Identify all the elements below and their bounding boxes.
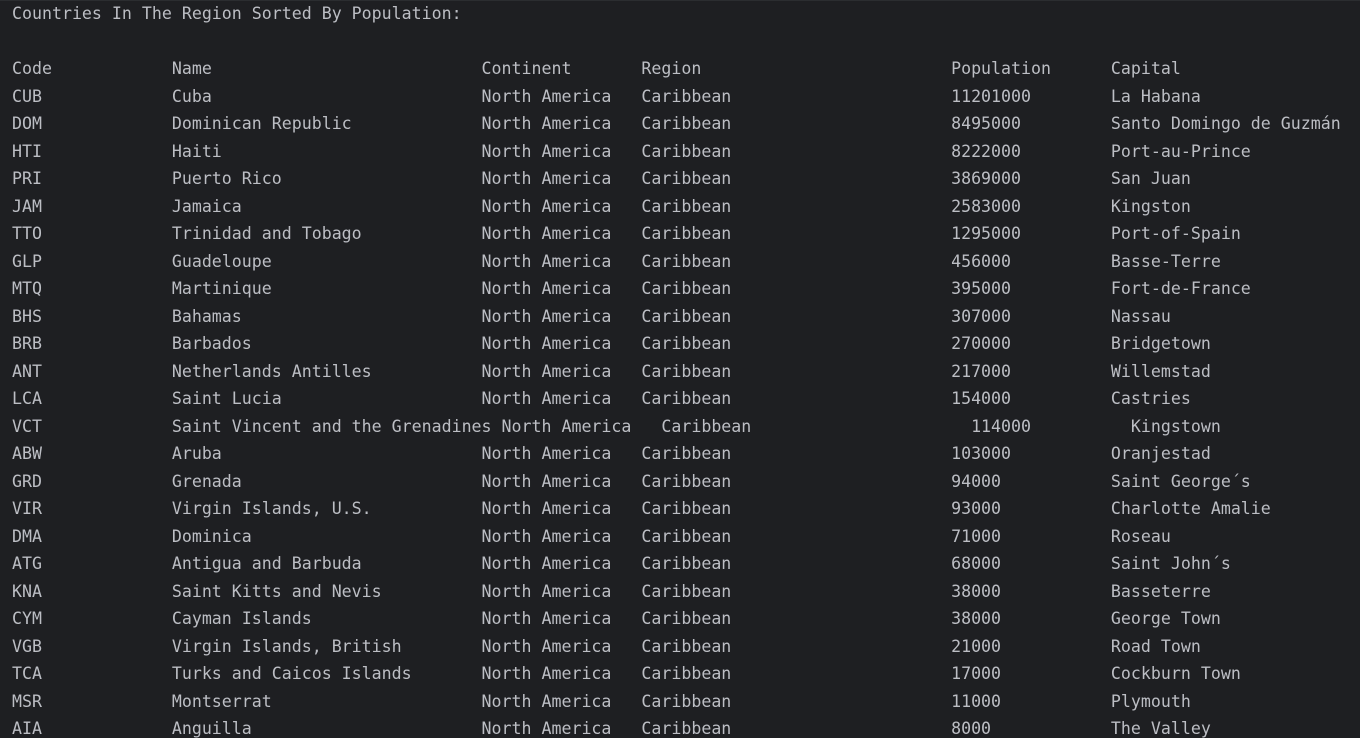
table-row: ATG Antigua and Barbuda North America Ca…: [12, 554, 1231, 573]
table-row: LCA Saint Lucia North America Caribbean …: [12, 389, 1191, 408]
table-row: VIR Virgin Islands, U.S. North America C…: [12, 499, 1271, 518]
table-row: CYM Cayman Islands North America Caribbe…: [12, 609, 1221, 628]
table-row: GRD Grenada North America Caribbean 9400…: [12, 471, 1251, 491]
table-row: DOM Dominican Republic North America Car…: [12, 114, 1341, 133]
table-row: BRB Barbados North America Caribbean 270…: [12, 334, 1211, 353]
table-row: KNA Saint Kitts and Nevis North America …: [12, 581, 1211, 601]
output-title: Countries In The Region Sorted By Popula…: [12, 4, 462, 23]
table-row: MTQ Martinique North America Caribbean 3…: [12, 279, 1251, 298]
table-row: ABW Aruba North America Caribbean 103000…: [12, 444, 1211, 463]
table-row: ANT Netherlands Antilles North America C…: [12, 361, 1211, 381]
table-row: DMA Dominica North America Caribbean 710…: [12, 526, 1171, 546]
table-row: TTO Trinidad and Tobago North America Ca…: [12, 224, 1241, 243]
table-row: PRI Puerto Rico North America Caribbean …: [12, 169, 1191, 188]
table-row: AIA Anguilla North America Caribbean 800…: [12, 719, 1211, 738]
table-row: MSR Montserrat North America Caribbean 1…: [12, 691, 1191, 711]
console-output-panel[interactable]: Countries In The Region Sorted By Popula…: [0, 0, 1360, 738]
table-row: CUB Cuba North America Caribbean 1120100…: [12, 86, 1201, 106]
table-row: HTI Haiti North America Caribbean 822200…: [12, 141, 1251, 161]
table-row: JAM Jamaica North America Caribbean 2583…: [12, 196, 1191, 216]
table-row: GLP Guadeloupe North America Caribbean 4…: [12, 251, 1221, 271]
table-row: TCA Turks and Caicos Islands North Ameri…: [12, 664, 1241, 683]
table-row: VGB Virgin Islands, British North Americ…: [12, 636, 1201, 656]
table-row: VCT Saint Vincent and the Grenadines Nor…: [12, 416, 1221, 436]
table-header: Code Name Continent Region Population Ca…: [12, 59, 1181, 78]
table-row: BHS Bahamas North America Caribbean 3070…: [12, 306, 1171, 326]
